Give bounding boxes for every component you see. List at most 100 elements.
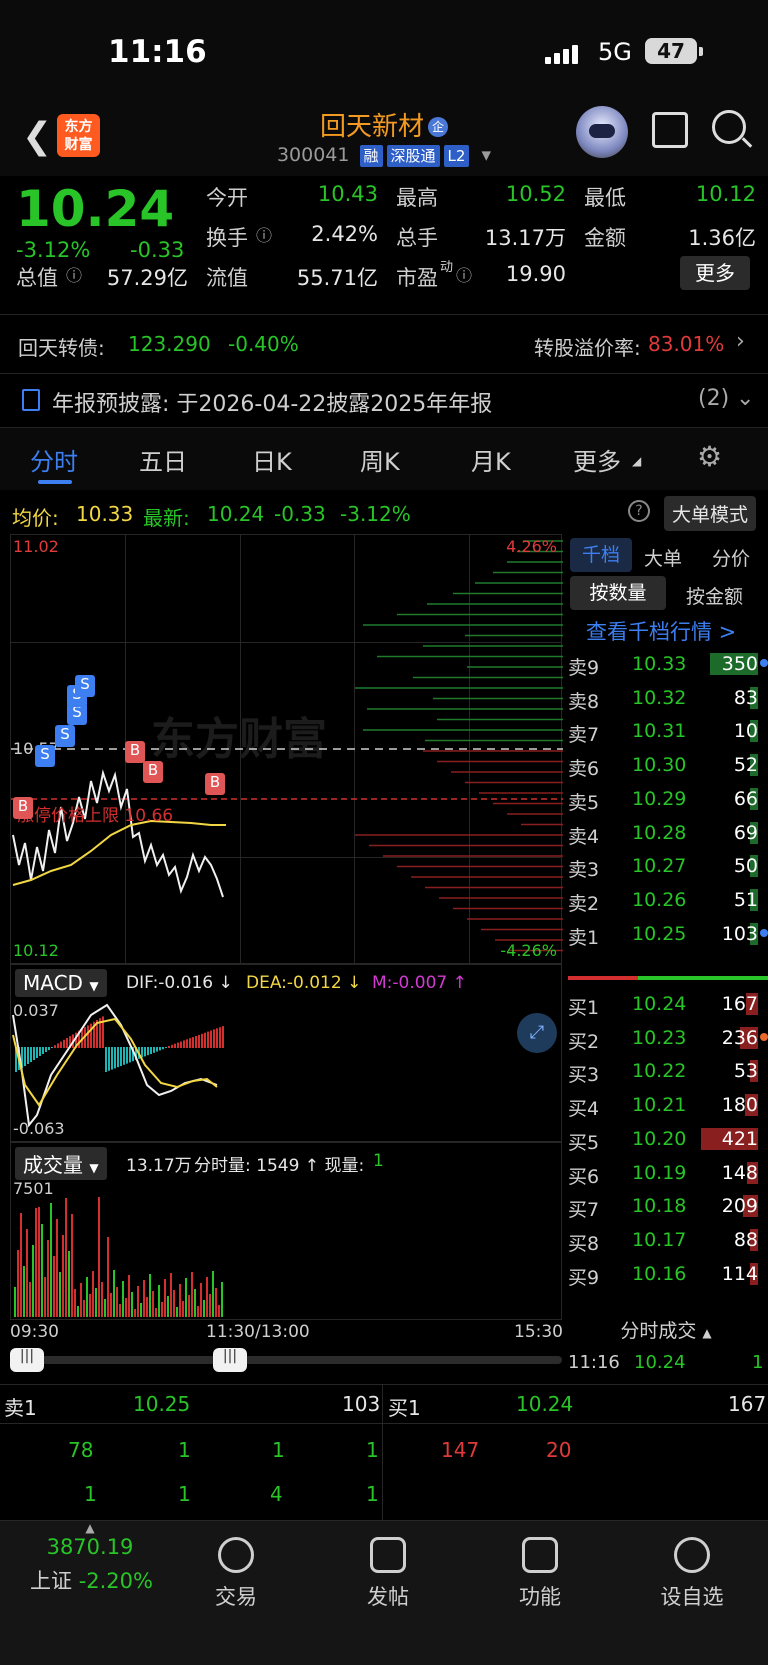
- ask-row[interactable]: 卖9 10.33 350: [564, 646, 768, 682]
- tab-month-k[interactable]: 月K: [471, 442, 511, 477]
- volume-bar: [203, 1300, 205, 1317]
- index-widget[interactable]: ▲ 3870.19 上证 -2.20%: [30, 1521, 153, 1595]
- volume-svg: [14, 1197, 223, 1317]
- level-price: 10.33: [632, 653, 687, 675]
- robot-assistant-icon[interactable]: [576, 106, 628, 158]
- bid-row[interactable]: 买1 10.24 167: [564, 986, 768, 1022]
- pe-info-icon[interactable]: ⓘ: [456, 262, 472, 286]
- bid-row[interactable]: 买6 10.19 148: [564, 1155, 768, 1191]
- time-scrollbar[interactable]: [10, 1356, 562, 1364]
- nav-post[interactable]: 发帖: [338, 1537, 438, 1611]
- latest-label: 最新:: [143, 506, 190, 530]
- level-label: 卖5: [568, 791, 600, 814]
- bid-row[interactable]: 买7 10.18 209: [564, 1188, 768, 1224]
- buy-marker[interactable]: B: [125, 741, 145, 763]
- ask-row[interactable]: 卖2 10.26 51: [564, 882, 768, 918]
- level-label: 卖1: [568, 926, 600, 949]
- nav-watchlist[interactable]: 设自选: [642, 1537, 742, 1611]
- share-icon[interactable]: [652, 112, 688, 148]
- bid-row[interactable]: 买2 10.23 236: [564, 1020, 768, 1056]
- level-price: 10.25: [632, 922, 687, 945]
- trades-label: 分时成交: [620, 1320, 697, 1342]
- convertible-bond-row[interactable]: 回天转债: 123.290 -0.40% 转股溢价率: 83.01% ›: [0, 314, 768, 374]
- tab-week-k[interactable]: 周K: [360, 442, 400, 477]
- volume-selector[interactable]: 成交量 ▼: [15, 1147, 107, 1180]
- status-bar: 11:16 5G 47: [0, 0, 768, 100]
- help-icon[interactable]: ?: [628, 500, 650, 522]
- tab-five-day[interactable]: 五日: [139, 442, 187, 477]
- volume-panel[interactable]: 成交量 ▼ 13.17万 分时量: 1549 ↑ 现量: 1 7501: [10, 1142, 562, 1320]
- report-notice[interactable]: 年报预披露: 于2026-04-22披露2025年年报 (2) ⌄: [0, 374, 768, 428]
- big-order-mode-button[interactable]: 大单模式: [664, 496, 757, 531]
- sell-marker[interactable]: S: [75, 675, 95, 697]
- bid-row[interactable]: 买8 10.17 88: [564, 1222, 768, 1258]
- macd-panel[interactable]: MACD ▼ DIF:-0.016 ↓ DEA:-0.012 ↓ M:-0.00…: [10, 964, 562, 1142]
- ask-row[interactable]: 卖7 10.31 10: [564, 713, 768, 749]
- volume-bar: [134, 1309, 136, 1317]
- tab-more-caret-icon: ◢: [632, 454, 642, 468]
- amount-label: 金额: [584, 226, 626, 250]
- buy-marker[interactable]: B: [205, 773, 225, 795]
- macd-bar: [48, 1047, 50, 1050]
- ask-row[interactable]: 卖4 10.28 69: [564, 815, 768, 851]
- level-qty: 103: [721, 922, 758, 945]
- intraday-chart[interactable]: 东方财富 11.02 10.57 10.12 4.26% -4.26% 涨停价格…: [10, 534, 563, 964]
- bid-row[interactable]: 买4 10.21 180: [564, 1087, 768, 1123]
- bid-row[interactable]: 买9 10.16 114: [564, 1256, 768, 1292]
- macd-bar: [219, 1027, 221, 1048]
- tab-more[interactable]: 更多: [573, 442, 621, 477]
- turnover-info-icon[interactable]: ⓘ: [256, 222, 272, 246]
- sell-marker[interactable]: S: [35, 745, 55, 767]
- macd-bar: [204, 1032, 206, 1048]
- settings-gear-icon[interactable]: ⚙: [697, 440, 722, 473]
- macd-bar: [129, 1047, 131, 1063]
- bid-row[interactable]: 买5 10.20 421: [564, 1121, 768, 1157]
- stock-subtitle[interactable]: 300041 融深股通 L2 ▾: [0, 144, 768, 167]
- macd-selector[interactable]: MACD ▼: [15, 969, 107, 997]
- subtab-by-amount[interactable]: 按金额: [686, 582, 743, 609]
- tab-intraday[interactable]: 分时: [30, 442, 78, 477]
- macd-bar: [216, 1028, 218, 1048]
- search-icon[interactable]: [712, 110, 746, 144]
- volume-bar: [95, 1288, 97, 1317]
- ask-row[interactable]: 卖8 10.32 83: [564, 680, 768, 716]
- scroll-handle-left[interactable]: |||: [10, 1348, 44, 1372]
- limit-line-value: 10.66: [124, 806, 174, 826]
- more-button[interactable]: 更多: [680, 256, 750, 290]
- level-qty: 114: [721, 1262, 758, 1285]
- mktcap-info-icon[interactable]: ⓘ: [66, 262, 82, 286]
- ask-row[interactable]: 卖5 10.29 66: [564, 781, 768, 817]
- macd-bar: [27, 1047, 29, 1064]
- signal-icon: [545, 42, 585, 64]
- buy1-qty: 167: [728, 1392, 767, 1416]
- trades-header[interactable]: 分时成交 ▲: [564, 1316, 768, 1350]
- volume-bar: [62, 1235, 64, 1317]
- buy-marker[interactable]: B: [143, 761, 163, 783]
- sell-marker[interactable]: S: [55, 725, 75, 747]
- tag-connect: 深股通: [386, 145, 440, 167]
- ask-row[interactable]: 卖1 10.25 103: [564, 916, 768, 952]
- scroll-handle-right[interactable]: |||: [213, 1348, 247, 1372]
- turnover-label: 换手: [206, 226, 248, 250]
- macd-bar: [144, 1047, 146, 1057]
- ask-row[interactable]: 卖3 10.27 50: [564, 848, 768, 884]
- tab-day-k[interactable]: 日K: [252, 442, 292, 477]
- subtab-by-qty[interactable]: 按数量: [570, 576, 666, 610]
- level-label: 卖9: [568, 657, 600, 679]
- buy-marker[interactable]: B: [13, 797, 33, 819]
- macd-dif: DIF:-0.016 ↓: [126, 973, 233, 993]
- macd-bar: [39, 1047, 41, 1056]
- tab-price-dist[interactable]: 分价: [712, 544, 750, 571]
- bid-row[interactable]: 买3 10.22 53: [564, 1053, 768, 1089]
- volume-bar: [170, 1273, 172, 1317]
- nav-trade[interactable]: 交易: [186, 1537, 286, 1611]
- tab-depth[interactable]: 千档: [570, 538, 632, 572]
- nav-function[interactable]: 功能: [490, 1537, 590, 1611]
- macd-bar: [180, 1041, 182, 1048]
- tab-big-order[interactable]: 大单: [644, 544, 682, 571]
- ask-row[interactable]: 卖6 10.30 52: [564, 747, 768, 783]
- stock-code: 300041: [276, 144, 350, 166]
- depth-quote-link[interactable]: 查看千档行情 >: [586, 616, 736, 646]
- level-qty: 52: [733, 754, 758, 777]
- level-price: 10.31: [632, 720, 687, 743]
